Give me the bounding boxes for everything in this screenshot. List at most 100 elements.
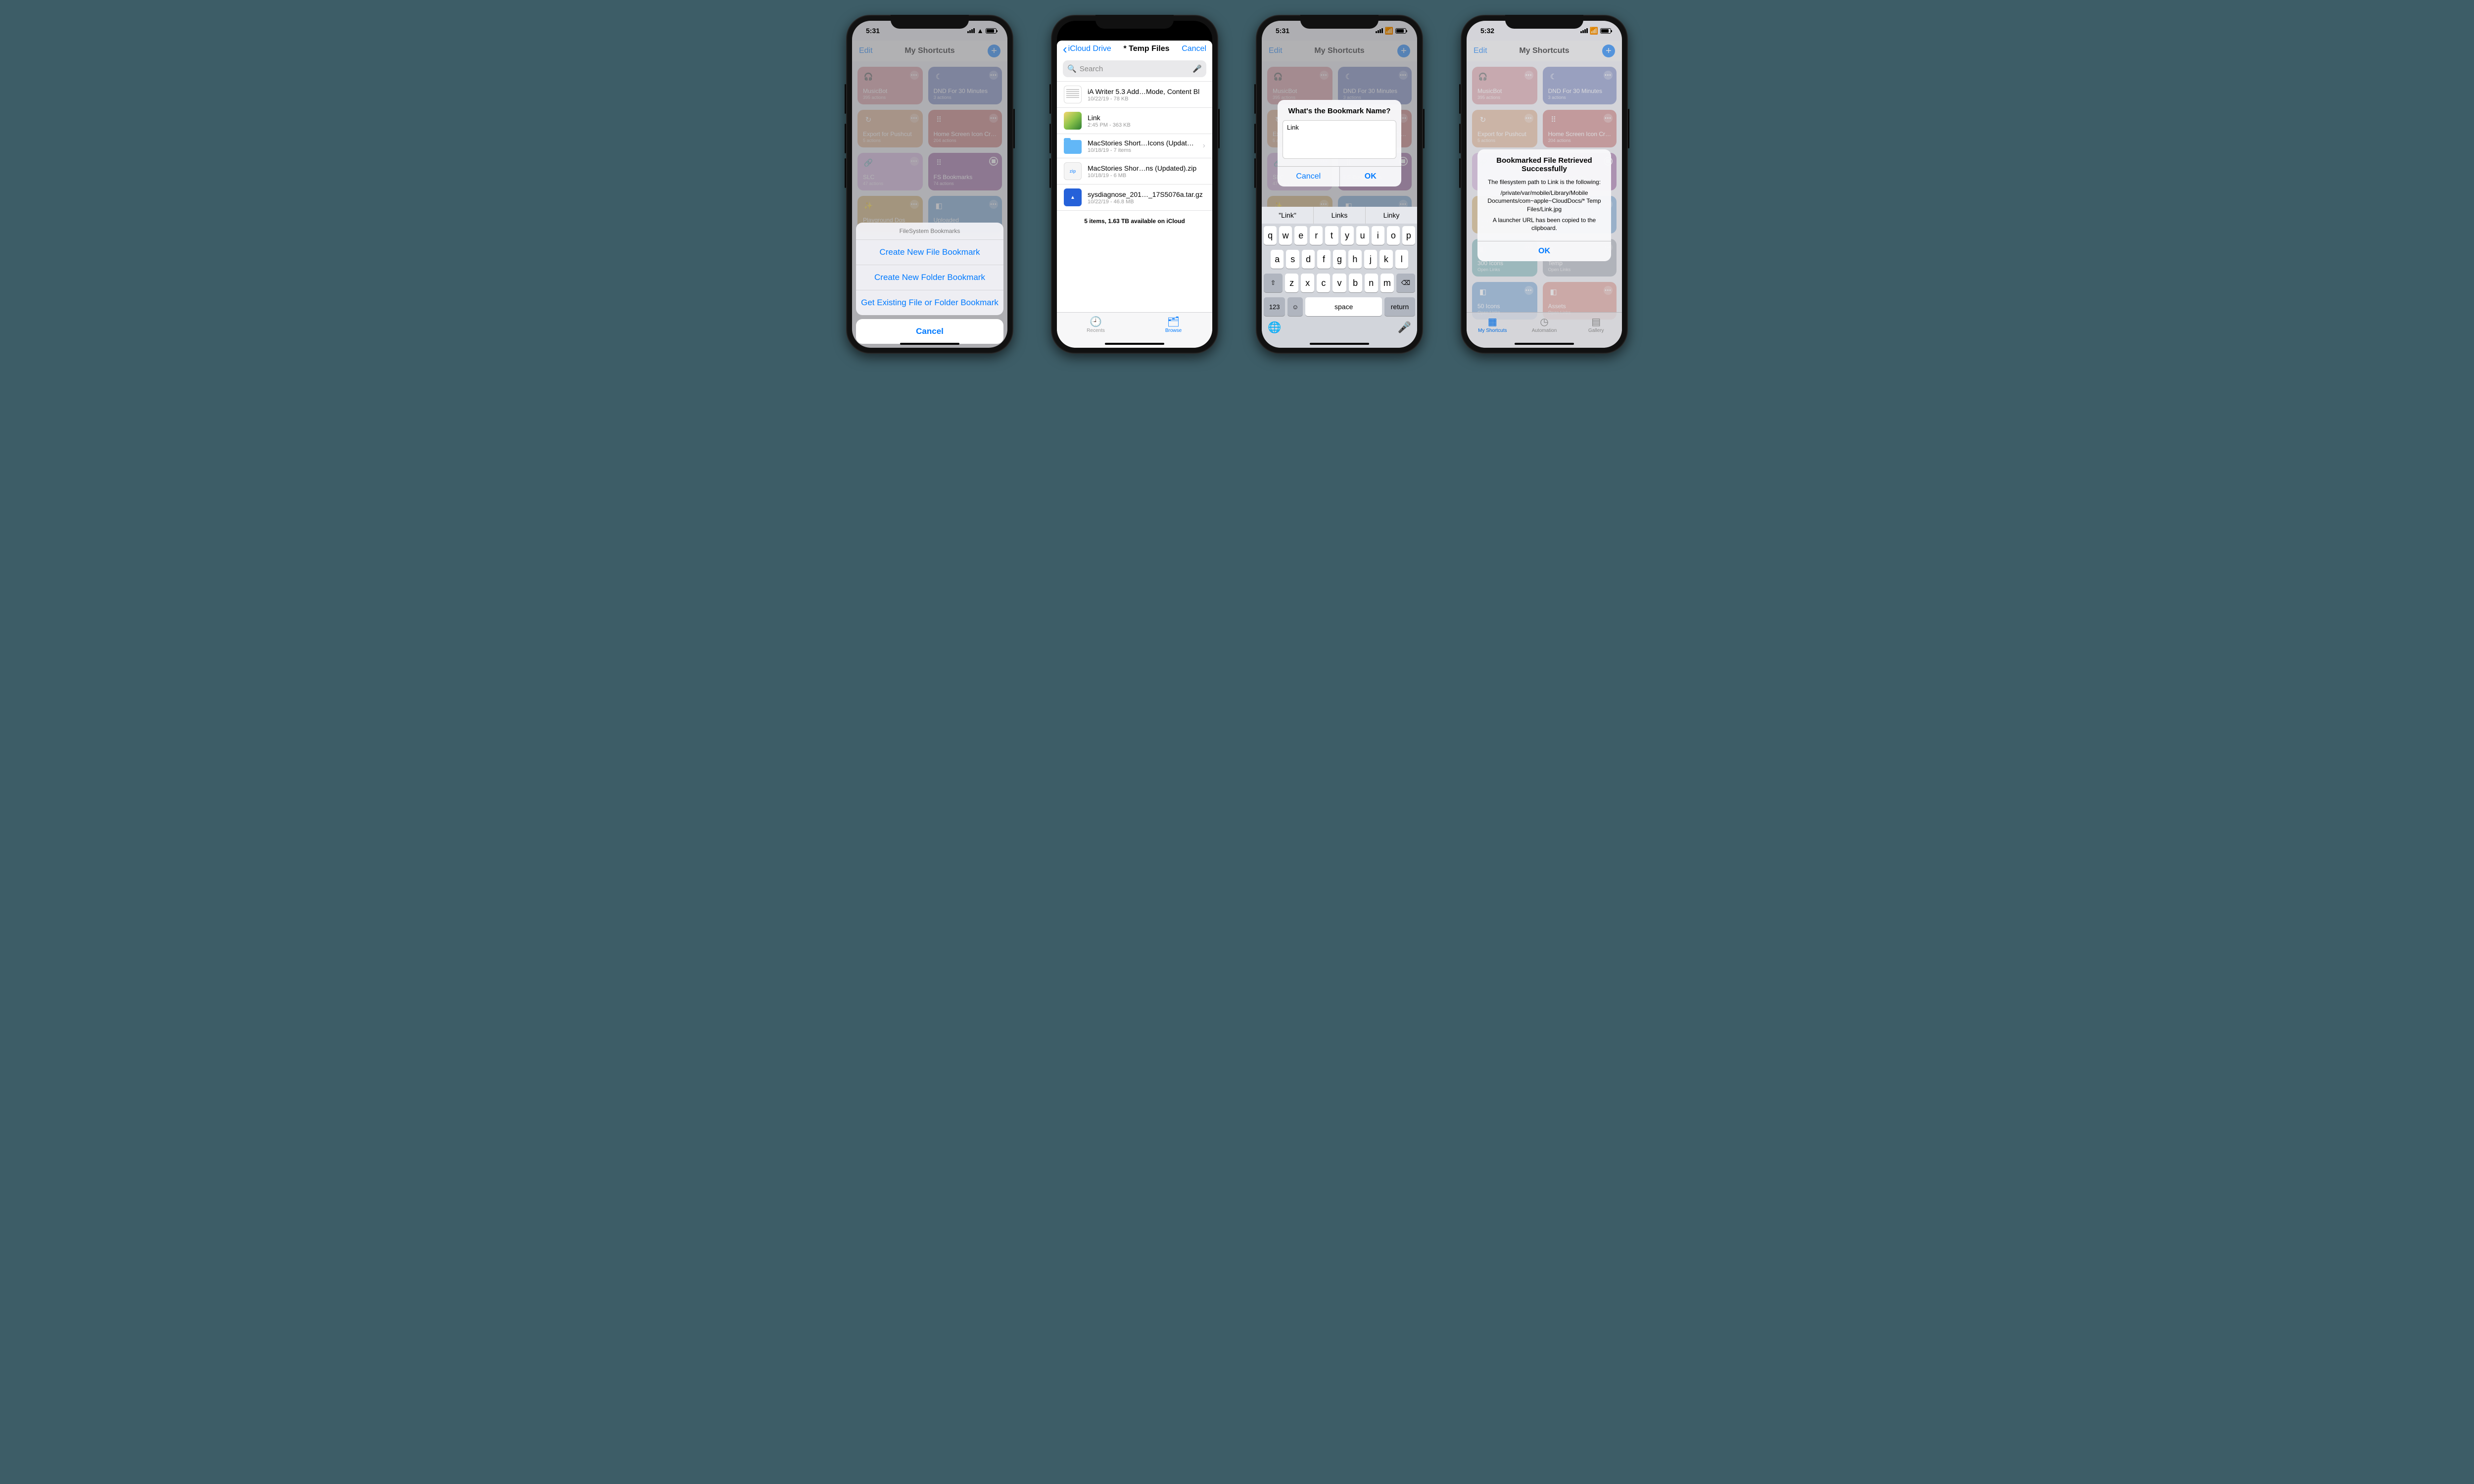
alert-path: /private/var/mobile/Library/Mobile Docum…	[1485, 189, 1603, 213]
ok-button[interactable]: OK	[1339, 167, 1402, 186]
file-type-icon: zip	[1064, 162, 1082, 180]
key-z[interactable]: z	[1285, 274, 1298, 292]
key-a[interactable]: a	[1271, 250, 1284, 269]
bookmark-name-input[interactable]: Link	[1283, 120, 1396, 159]
key-m[interactable]: m	[1380, 274, 1394, 292]
result-alert: Bookmarked File Retrieved Successfully T…	[1477, 149, 1611, 261]
phone-1: 5:31 ▲ Edit My Shortcuts + 🎧•••MusicBot3…	[846, 15, 1013, 354]
chevron-right-icon: ›	[1203, 141, 1205, 150]
files-nav: iCloud Drive * Temp Files Cancel	[1057, 41, 1212, 57]
return-key[interactable]: return	[1384, 297, 1415, 316]
file-meta: 10/22/19 - 78 KB	[1088, 96, 1205, 102]
file-type-icon	[1064, 112, 1082, 130]
prediction[interactable]: "Link"	[1262, 207, 1314, 224]
ok-button[interactable]: OK	[1477, 241, 1611, 261]
emoji-key[interactable]: ☺	[1287, 297, 1303, 316]
file-name: Link	[1088, 114, 1205, 122]
notch	[1505, 15, 1583, 29]
sheet-option-new-file[interactable]: Create New File Bookmark	[856, 240, 1003, 265]
sheet-option-existing[interactable]: Get Existing File or Folder Bookmark	[856, 290, 1003, 315]
storage-summary: 5 items, 1.63 TB available on iCloud	[1057, 211, 1212, 232]
file-type-icon	[1064, 86, 1082, 103]
file-name: iA Writer 5.3 Add…Mode, Content Bl	[1088, 88, 1205, 95]
search-placeholder: Search	[1080, 65, 1103, 73]
backspace-key[interactable]: ⌫	[1396, 274, 1415, 292]
key-g[interactable]: g	[1333, 250, 1346, 269]
prediction[interactable]: Links	[1314, 207, 1366, 224]
tab-browse[interactable]: 🗂Browse	[1135, 313, 1212, 337]
key-b[interactable]: b	[1349, 274, 1362, 292]
folder-title: * Temp Files	[1123, 45, 1169, 53]
mic-icon[interactable]: 🎤	[1192, 64, 1202, 73]
key-f[interactable]: f	[1317, 250, 1330, 269]
dialog-title: What's the Bookmark Name?	[1285, 107, 1394, 115]
key-k[interactable]: k	[1380, 250, 1392, 269]
folder-icon: 🗂	[1167, 317, 1180, 327]
key-v[interactable]: v	[1332, 274, 1346, 292]
key-s[interactable]: s	[1286, 250, 1299, 269]
file-row[interactable]: zip MacStories Shor…ns (Updated).zip10/18…	[1057, 158, 1212, 185]
notch	[1300, 15, 1379, 29]
cancel-button[interactable]: Cancel	[1278, 167, 1339, 186]
notch	[1095, 15, 1174, 29]
key-p[interactable]: p	[1402, 226, 1415, 245]
back-button[interactable]: iCloud Drive	[1063, 45, 1111, 53]
home-indicator[interactable]	[1310, 343, 1369, 345]
predictive-row: "Link" Links Linky	[1262, 207, 1417, 224]
key-c[interactable]: c	[1317, 274, 1330, 292]
numbers-key[interactable]: 123	[1264, 297, 1285, 316]
file-type-icon: ▲	[1064, 188, 1082, 206]
key-j[interactable]: j	[1364, 250, 1377, 269]
key-h[interactable]: h	[1348, 250, 1361, 269]
key-x[interactable]: x	[1301, 274, 1314, 292]
home-indicator[interactable]	[900, 343, 959, 345]
text-prompt-dialog: What's the Bookmark Name? Link Cancel OK	[1278, 100, 1401, 186]
phone-3: 5:31 📶 Edit My Shortcuts + 🎧•••MusicBot3…	[1256, 15, 1423, 354]
search-field[interactable]: 🔍 Search 🎤	[1063, 60, 1206, 77]
file-name: sysdiagnose_201…_17S5076a.tar.gz	[1088, 190, 1205, 198]
key-o[interactable]: o	[1387, 226, 1400, 245]
cancel-button[interactable]: Cancel	[1182, 45, 1206, 53]
phone-4: 5:32 📶 Edit My Shortcuts + 🎧•••MusicBot3…	[1461, 15, 1628, 354]
key-r[interactable]: r	[1310, 226, 1323, 245]
file-row[interactable]: ▲sysdiagnose_201…_17S5076a.tar.gz10/22/1…	[1057, 185, 1212, 211]
key-u[interactable]: u	[1356, 226, 1369, 245]
key-d[interactable]: d	[1302, 250, 1315, 269]
key-i[interactable]: i	[1372, 226, 1384, 245]
prediction[interactable]: Linky	[1366, 207, 1417, 224]
home-indicator[interactable]	[1105, 343, 1164, 345]
file-row[interactable]: iA Writer 5.3 Add…Mode, Content Bl10/22/…	[1057, 82, 1212, 108]
search-icon: 🔍	[1067, 64, 1077, 73]
home-indicator[interactable]	[1515, 343, 1574, 345]
sheet-option-new-folder[interactable]: Create New Folder Bookmark	[856, 265, 1003, 290]
tab-recents[interactable]: 🕘Recents	[1057, 313, 1135, 337]
file-row[interactable]: Link2:45 PM - 363 KB	[1057, 108, 1212, 134]
file-name: MacStories Short…Icons (Updated)	[1088, 139, 1197, 147]
file-type-icon	[1064, 140, 1082, 154]
key-y[interactable]: y	[1341, 226, 1354, 245]
space-key[interactable]: space	[1305, 297, 1382, 316]
file-meta: 10/18/19 - 6 MB	[1088, 173, 1205, 179]
alert-line: A launcher URL has been copied to the cl…	[1485, 216, 1603, 232]
dictation-icon[interactable]: 🎤	[1398, 321, 1411, 334]
key-l[interactable]: l	[1395, 250, 1408, 269]
key-n[interactable]: n	[1365, 274, 1378, 292]
key-q[interactable]: q	[1264, 226, 1277, 245]
file-meta: 2:45 PM - 363 KB	[1088, 122, 1205, 128]
globe-icon[interactable]: 🌐	[1268, 321, 1281, 334]
file-row[interactable]: MacStories Short…Icons (Updated)10/18/19…	[1057, 134, 1212, 158]
file-list[interactable]: iA Writer 5.3 Add…Mode, Content Bl10/22/…	[1057, 81, 1212, 211]
file-meta: 10/18/19 - 7 items	[1088, 147, 1197, 153]
file-name: MacStories Shor…ns (Updated).zip	[1088, 164, 1205, 172]
clock-icon: 🕘	[1090, 317, 1102, 327]
alert-title: Bookmarked File Retrieved Successfully	[1484, 156, 1604, 173]
key-w[interactable]: w	[1279, 226, 1292, 245]
shift-key[interactable]: ⇧	[1264, 274, 1283, 292]
sheet-header: FileSystem Bookmarks	[856, 223, 1003, 240]
phone-2: 5:31 📶 iCloud Drive * Temp Files Cancel …	[1051, 15, 1218, 354]
keyboard[interactable]: "Link" Links Linky qwertyuiop asdfghjkl …	[1262, 207, 1417, 348]
key-e[interactable]: e	[1294, 226, 1307, 245]
sheet-cancel-button[interactable]: Cancel	[856, 319, 1003, 344]
notch	[891, 15, 969, 29]
key-t[interactable]: t	[1325, 226, 1338, 245]
